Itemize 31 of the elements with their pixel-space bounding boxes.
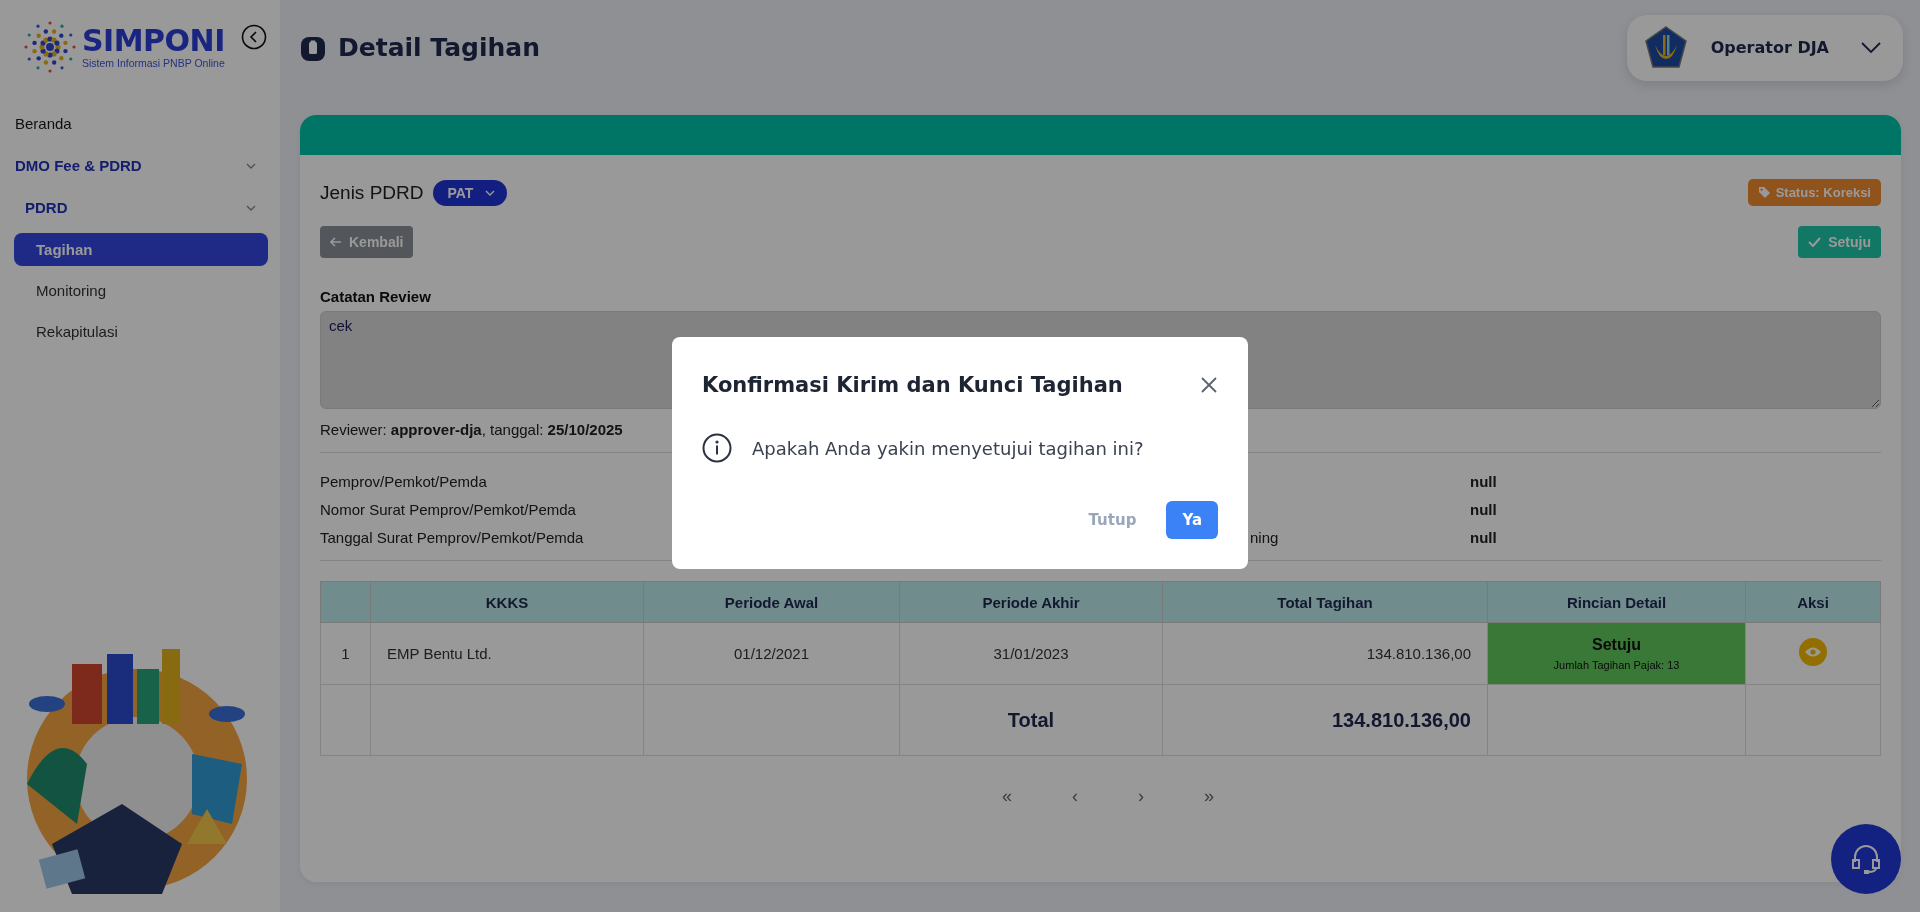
info-value: null bbox=[1470, 473, 1498, 490]
info-label: Tanggal Surat Pemprov/Pemkot/Pemda bbox=[320, 529, 584, 546]
total-label: Total bbox=[899, 684, 1163, 756]
column-header: Rincian Detail bbox=[1487, 581, 1746, 623]
table-cell: 31/01/2023 bbox=[899, 622, 1163, 685]
dialog-title: Konfirmasi Kirim dan Kunci Tagihan bbox=[702, 373, 1123, 397]
table-cell: 134.810.136,00 bbox=[1162, 622, 1488, 685]
detail-note: Jumlah Tagihan Pajak: 13 bbox=[1552, 659, 1681, 671]
table-cell: 01/12/2021 bbox=[643, 622, 900, 685]
info-value: null bbox=[1470, 501, 1498, 518]
table-cell: 1 bbox=[320, 622, 371, 685]
logo-subtitle: Sistem Informasi PNBP Online bbox=[82, 57, 225, 69]
column-header: Total Tagihan bbox=[1162, 581, 1488, 623]
info-label: Pemprov/Pemkot/Pemda bbox=[320, 473, 487, 490]
info-value: null bbox=[1470, 529, 1498, 546]
column-header: KKKS bbox=[370, 581, 644, 623]
logo-title: SIMPONI bbox=[82, 25, 225, 57]
dialog-message: Apakah Anda yakin menyetujui tagihan ini? bbox=[752, 437, 1144, 459]
review-label: Catatan Review bbox=[320, 288, 432, 305]
info-label: Nomor Surat Pemprov/Pemkot/Pemda bbox=[320, 501, 576, 518]
detail-status: Setuju bbox=[1591, 636, 1642, 654]
column-header: Periode Akhir bbox=[899, 581, 1163, 623]
total-value: 134.810.136,00 bbox=[1162, 684, 1488, 756]
status-badge: Status: Koreksi bbox=[1747, 179, 1881, 206]
info-label: ning bbox=[1250, 529, 1279, 546]
jenis-label: Jenis PDRD bbox=[320, 181, 424, 204]
column-header: Periode Awal bbox=[643, 581, 900, 623]
page-title: Detail Tagihan bbox=[338, 33, 540, 62]
table-cell: EMP Bentu Ltd. bbox=[370, 622, 644, 685]
reviewer-text: Reviewer: approver-dja, tanggal: 25/10/2025 bbox=[320, 421, 624, 438]
column-header: Aksi bbox=[1745, 581, 1881, 623]
